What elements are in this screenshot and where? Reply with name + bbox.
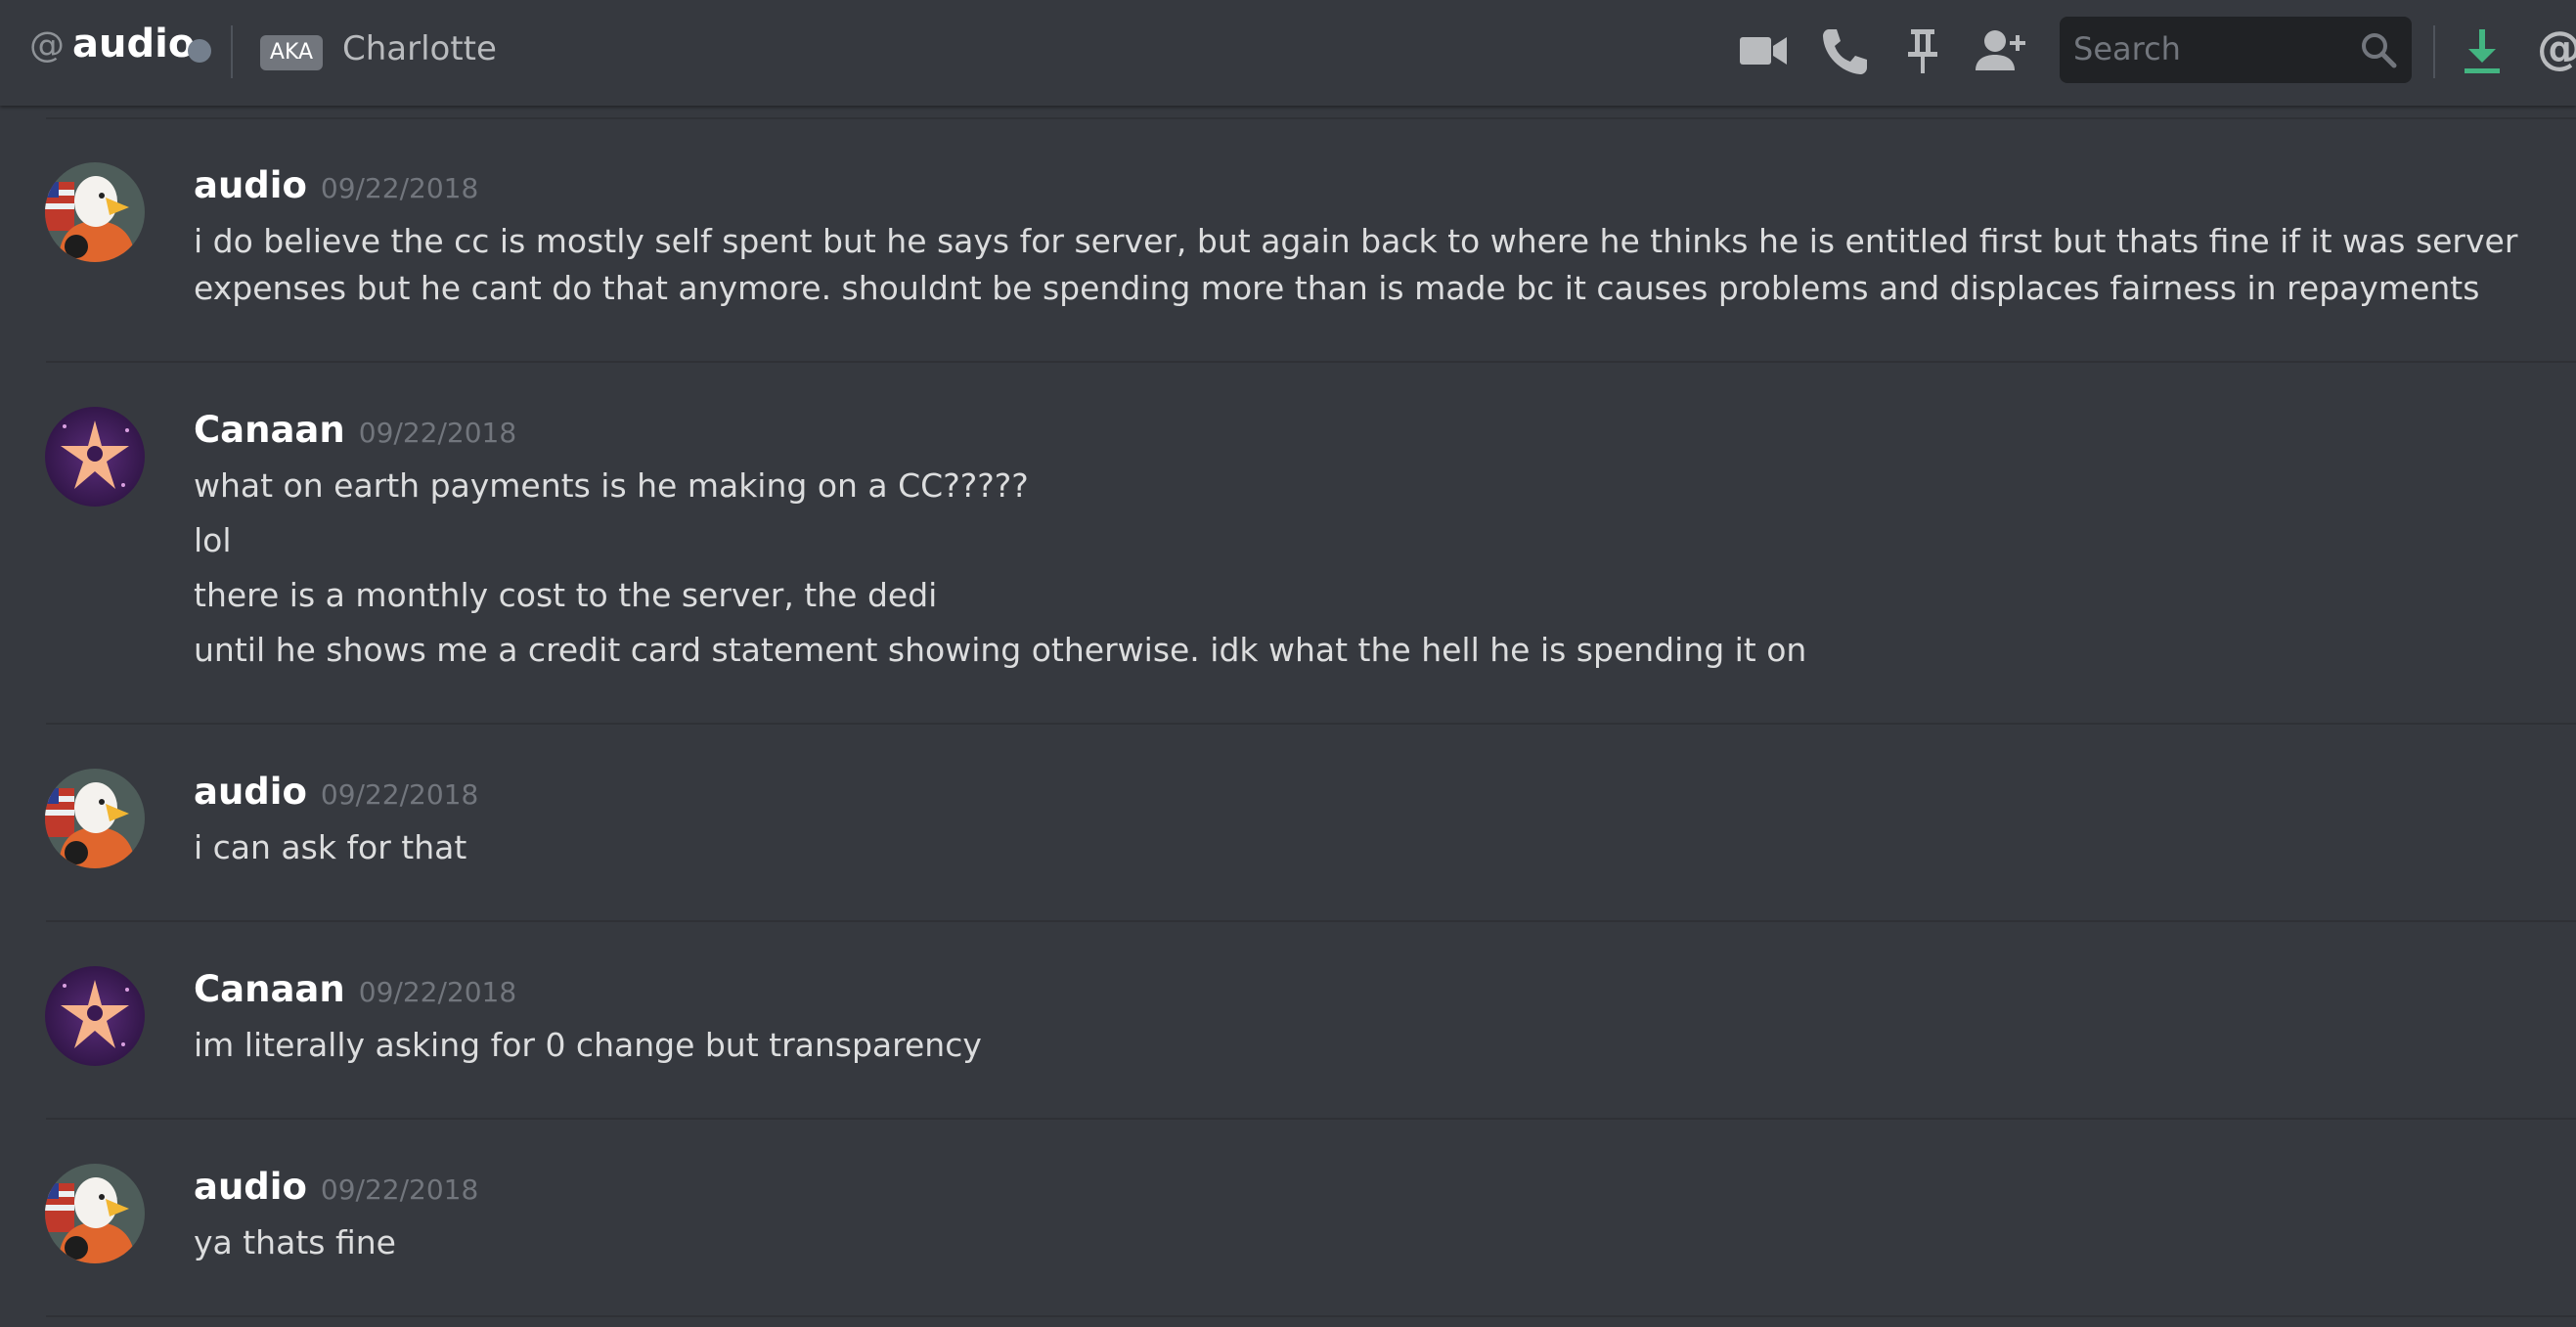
voice-call-button[interactable] — [1815, 22, 1874, 80]
message-divider — [46, 361, 2576, 363]
message-list[interactable]: audio 09/22/2018 i do believe the cc is m… — [0, 106, 2576, 1327]
message-author[interactable]: audio 09/22/2018 — [194, 771, 478, 813]
message-text: there is a monthly cost to the server, t… — [194, 576, 938, 614]
message-timestamp: 09/22/2018 — [320, 172, 479, 204]
message-divider — [46, 1315, 2576, 1317]
message-text: im literally asking for 0 change but tra… — [194, 1026, 982, 1064]
channel-title[interactable]: audio — [72, 22, 195, 66]
message-timestamp: 09/22/2018 — [358, 417, 517, 449]
message-divider — [46, 723, 2576, 725]
channel-header: @ audio AKA Charlotte Search — [0, 0, 2576, 106]
message-text: ya thats fine — [194, 1223, 396, 1261]
message-text: lol — [194, 521, 232, 559]
video-call-button[interactable] — [1735, 22, 1794, 80]
star-emblem-avatar-icon — [45, 966, 145, 1066]
author-name[interactable]: Canaan — [194, 409, 345, 451]
offline-status-icon — [188, 39, 211, 63]
search-icon[interactable] — [2359, 30, 2398, 69]
nickname-label: Charlotte — [342, 29, 497, 68]
message-author[interactable]: audio 09/22/2018 — [194, 164, 478, 206]
message-divider — [46, 920, 2576, 922]
avatar[interactable] — [45, 407, 145, 507]
message-text: until he shows me a credit card statemen… — [194, 631, 1807, 669]
mention-icon: @ — [2537, 22, 2576, 74]
header-divider-2 — [2433, 25, 2435, 78]
mentions-button[interactable]: @ — [2529, 22, 2576, 80]
video-call-icon — [1740, 37, 1787, 65]
avatar[interactable] — [45, 966, 145, 1066]
author-name[interactable]: audio — [194, 771, 307, 813]
author-name[interactable]: audio — [194, 164, 307, 206]
message-divider — [46, 117, 2576, 119]
avatar[interactable] — [45, 1164, 145, 1263]
voice-call-icon — [1823, 29, 1867, 74]
eagle-astronaut-avatar-icon — [45, 162, 145, 262]
eagle-astronaut-avatar-icon — [45, 1164, 145, 1263]
message-text: what on earth payments is he making on a… — [194, 466, 1029, 505]
avatar[interactable] — [45, 769, 145, 868]
pin-icon — [1908, 29, 1937, 73]
add-friend-button[interactable] — [1972, 22, 2030, 80]
search-input[interactable]: Search — [2073, 30, 2181, 67]
dm-at-symbol: @ — [29, 25, 65, 66]
search-box[interactable]: Search — [2060, 17, 2412, 83]
author-name[interactable]: Canaan — [194, 968, 345, 1010]
message-divider — [46, 1118, 2576, 1120]
message-timestamp: 09/22/2018 — [320, 778, 479, 811]
pinned-messages-button[interactable] — [1893, 22, 1952, 80]
eagle-astronaut-avatar-icon — [45, 769, 145, 868]
message-text: i can ask for that — [194, 828, 467, 866]
avatar[interactable] — [45, 162, 145, 262]
message-timestamp: 09/22/2018 — [320, 1173, 479, 1206]
header-divider — [231, 25, 233, 78]
message-author[interactable]: Canaan 09/22/2018 — [194, 409, 516, 451]
message-timestamp: 09/22/2018 — [358, 976, 517, 1008]
aka-badge: AKA — [260, 35, 323, 70]
message-author[interactable]: Canaan 09/22/2018 — [194, 968, 516, 1010]
download-icon — [2465, 29, 2500, 73]
message-author[interactable]: audio 09/22/2018 — [194, 1166, 478, 1208]
star-emblem-avatar-icon — [45, 407, 145, 507]
message-text: i do believe the cc is mostly self spent… — [194, 222, 2518, 307]
author-name[interactable]: audio — [194, 1166, 307, 1208]
download-apps-button[interactable] — [2453, 22, 2511, 80]
add-friend-icon — [1976, 30, 2025, 70]
